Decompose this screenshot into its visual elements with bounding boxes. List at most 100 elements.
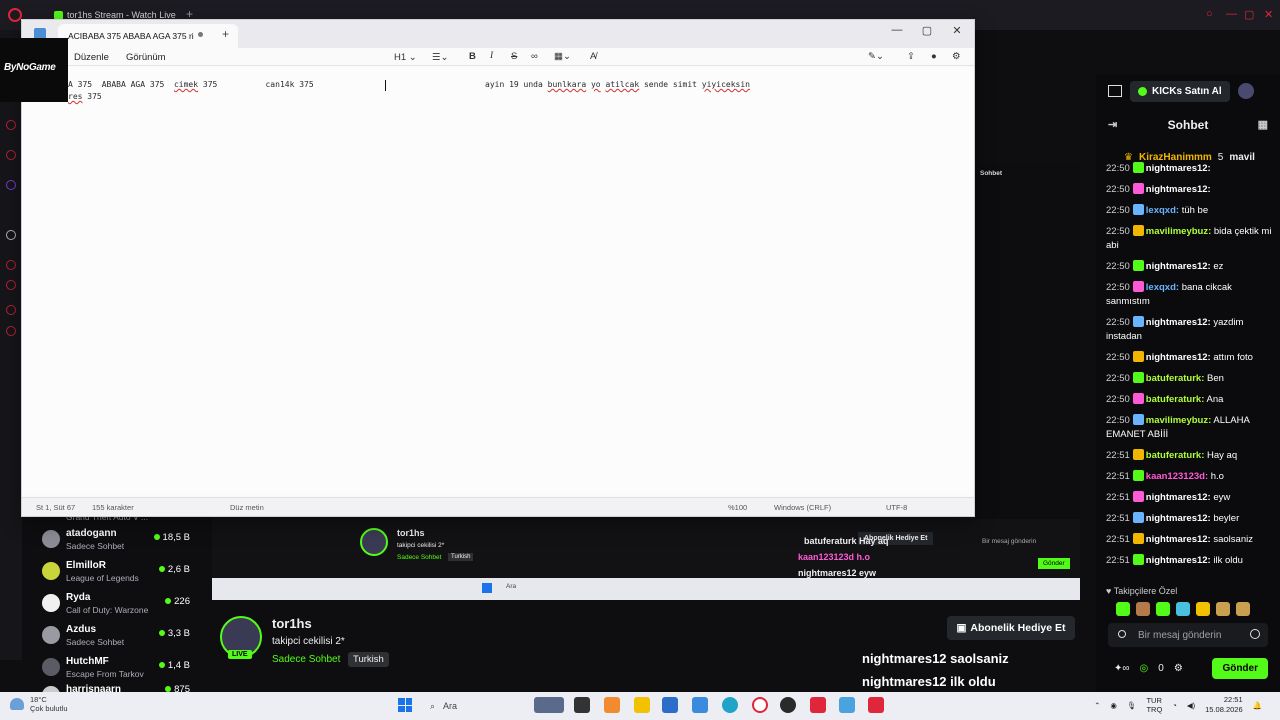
message-username[interactable]: nightmares12: — [1146, 534, 1211, 545]
message-username[interactable]: nightmares12: — [1146, 555, 1211, 566]
link-icon[interactable]: ∞ — [531, 51, 538, 62]
chat-gear-icon[interactable]: ⚙ — [1174, 663, 1183, 674]
sidebar-twitch-icon[interactable] — [6, 180, 16, 190]
smile-icon[interactable] — [1250, 629, 1260, 639]
gift-subscription-button[interactable]: ▣ Abonelik Hediye Et — [947, 616, 1075, 640]
account-icon[interactable]: ● — [931, 51, 937, 62]
clear-format-icon[interactable]: A̸ — [590, 51, 596, 62]
channel-item[interactable]: Ryda Call of Duty: Warzone 226 — [30, 588, 200, 620]
emote-icon[interactable] — [1136, 602, 1150, 616]
maximize-icon[interactable]: ▢ — [1244, 8, 1254, 21]
bold-icon[interactable]: B — [469, 51, 476, 62]
send-button[interactable]: Gönder — [1212, 658, 1268, 679]
new-tab-button[interactable]: + — [186, 7, 193, 21]
user-avatar[interactable] — [1237, 83, 1254, 99]
heading-dropdown[interactable]: H1 ⌄ — [394, 52, 417, 63]
zoom-level[interactable]: %100 — [728, 503, 747, 512]
line-ending[interactable]: Windows (CRLF) — [774, 503, 831, 512]
close-icon[interactable]: ✕ — [1264, 8, 1273, 21]
microphone-icon[interactable]: 🎙 — [1127, 701, 1137, 710]
encoding[interactable]: UTF-8 — [886, 503, 907, 512]
chat-settings-icon[interactable]: ▦ — [1258, 118, 1268, 131]
message-username[interactable]: nightmares12: — [1146, 317, 1211, 328]
widgets-icon[interactable] — [534, 697, 564, 713]
sidebar-whatsapp-icon[interactable] — [6, 150, 16, 160]
edge-icon[interactable] — [722, 697, 738, 713]
task-view-icon[interactable] — [574, 697, 590, 713]
search-icon[interactable]: ○ — [1206, 8, 1213, 20]
opera-logo-icon[interactable] — [8, 8, 22, 22]
rewards-icon[interactable]: ✦∞ — [1114, 663, 1130, 674]
notification-bell-icon[interactable]: 🔔 — [1253, 701, 1262, 710]
message-username[interactable]: mavilimeybuz: — [1146, 226, 1211, 237]
emote-icon[interactable] — [1156, 602, 1170, 616]
emote-icon[interactable] — [1176, 602, 1190, 616]
unsaved-dot-icon[interactable] — [198, 32, 203, 37]
message-username[interactable]: kaan123123d: — [1146, 471, 1208, 482]
volume-icon[interactable]: ◀) — [1187, 701, 1195, 710]
table-dropdown-icon[interactable]: ▦⌄ — [554, 51, 571, 62]
menu-view[interactable]: Görünüm — [126, 52, 166, 63]
steam-icon[interactable] — [780, 697, 796, 713]
message-username[interactable]: nightmares12: — [1146, 513, 1211, 524]
sidebar-x-icon[interactable] — [6, 230, 16, 240]
menu-edit[interactable]: Düzenle — [74, 52, 109, 63]
tray-chevron-icon[interactable]: ⌃ — [1094, 701, 1100, 710]
media-app-icon[interactable] — [810, 697, 826, 713]
italic-icon[interactable]: I — [490, 51, 493, 61]
copilot-dropdown-icon[interactable]: ✎⌄ — [868, 51, 884, 62]
start-windows-icon[interactable] — [398, 698, 412, 712]
notepad-tab[interactable]: ACIBABA 375 ABABA AGA 375 ri — [58, 24, 238, 48]
message-username[interactable]: nightmares12: — [1146, 492, 1211, 503]
emote-icon[interactable] — [1196, 602, 1210, 616]
copilot-icon[interactable] — [604, 697, 620, 713]
store-icon[interactable] — [662, 697, 678, 713]
clock[interactable]: 22:51 15.08.2026 — [1205, 695, 1243, 715]
minimize-window-icon[interactable]: — — [882, 24, 912, 36]
strikethrough-icon[interactable]: S — [511, 51, 517, 62]
emote-icon[interactable] — [1216, 602, 1230, 616]
app-taskbar-icon[interactable] — [868, 697, 884, 713]
message-username[interactable]: mavilimeybuz: — [1146, 415, 1211, 426]
collapse-chat-icon[interactable]: ⇥ — [1108, 118, 1117, 131]
notepad-taskbar-icon[interactable] — [839, 697, 855, 713]
message-username[interactable]: nightmares12: — [1146, 163, 1211, 174]
sidebar-messenger-icon[interactable] — [6, 120, 16, 130]
opera-gx-icon[interactable] — [752, 697, 768, 713]
emote-icon[interactable] — [1116, 602, 1130, 616]
top-gifter-name[interactable]: mavil — [1229, 152, 1255, 163]
message-username[interactable]: nightmares12: — [1146, 261, 1211, 272]
format-mode[interactable]: Düz metin — [230, 503, 264, 512]
taskbar-search[interactable]: ⌕ Ara — [424, 696, 534, 716]
new-notepad-tab-button[interactable]: + — [222, 27, 229, 41]
share-icon[interactable]: ⇪ — [907, 51, 915, 62]
sidebar-settings-icon[interactable] — [6, 305, 16, 315]
emote-icon[interactable] — [1236, 602, 1250, 616]
file-explorer-icon[interactable] — [634, 697, 650, 713]
message-username[interactable]: lexqxd: — [1146, 282, 1179, 293]
list-dropdown-icon[interactable]: ☰⌄ — [432, 52, 448, 63]
channel-item[interactable]: Azdus Sadece Sohbet 3,3 B — [30, 620, 200, 652]
notepad-text-area[interactable]: A 375 ABABA AGA 375 cimek 375 can14k 375… — [22, 67, 974, 495]
language-indicator[interactable]: TUR TRQ — [1146, 696, 1162, 714]
channel-item[interactable]: HutchMF Escape From Tarkov 1,4 B — [30, 652, 200, 684]
message-username[interactable]: nightmares12: — [1146, 352, 1211, 363]
channel-item[interactable]: ElmilloR League of Legends 2,6 B — [30, 556, 200, 588]
maximize-window-icon[interactable]: ▢ — [912, 24, 942, 37]
streamer-name[interactable]: tor1hs — [272, 616, 312, 631]
outlook-icon[interactable] — [692, 697, 708, 713]
minimize-icon[interactable]: — — [1226, 8, 1237, 20]
top-gifter-name[interactable]: KirazHanimmm — [1139, 152, 1212, 163]
message-username[interactable]: batuferaturk: — [1146, 450, 1205, 461]
emote-picker-icon[interactable] — [1118, 630, 1126, 638]
chat-message-input[interactable]: Bir mesaj gönderin — [1108, 623, 1268, 647]
message-username[interactable]: batuferaturk: — [1146, 394, 1205, 405]
tray-app-icon[interactable]: ◉ — [1110, 701, 1117, 710]
sidebar-extensions-icon[interactable] — [6, 326, 16, 336]
message-username[interactable]: batuferaturk: — [1146, 373, 1205, 384]
stream-category-link[interactable]: Sadece Sohbet — [272, 654, 340, 665]
wifi-icon[interactable]: ◔ — [1172, 701, 1177, 710]
language-tag[interactable]: Turkish — [348, 652, 389, 667]
sidebar-history-icon[interactable] — [6, 280, 16, 290]
close-window-icon[interactable]: ✕ — [942, 24, 972, 37]
